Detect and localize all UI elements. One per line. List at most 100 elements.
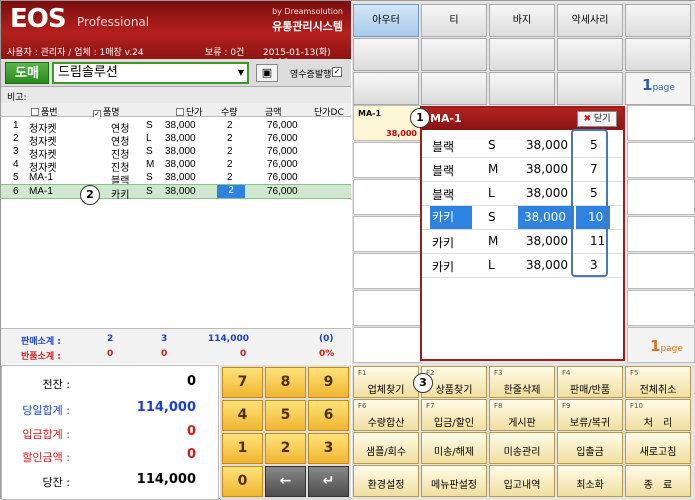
- table-row[interactable]: 1 청자켓 연청 S 38,000 2 76,000: [1, 119, 351, 135]
- fkey-deposit-discount[interactable]: F7 입금/할인: [421, 399, 487, 431]
- close-button[interactable]: ✖ 닫기: [577, 111, 617, 127]
- category-empty[interactable]: [421, 38, 487, 71]
- product-tile[interactable]: [627, 290, 695, 326]
- key-9[interactable]: 9: [308, 367, 349, 398]
- key-4[interactable]: 4: [222, 400, 263, 431]
- button-minimize[interactable]: 최소화: [557, 465, 623, 497]
- button-refresh[interactable]: 새로고침: [625, 432, 691, 464]
- callout-badge-2: 2: [80, 185, 100, 205]
- key-6[interactable]: 6: [308, 400, 349, 431]
- fkey-hold-restore[interactable]: F9 보류/복귀: [557, 399, 623, 431]
- hold-count: 보류 : 0건: [205, 48, 245, 58]
- sale-count: 3: [161, 334, 168, 344]
- key-2[interactable]: 2: [265, 433, 306, 464]
- monitor-icon[interactable]: ▣: [256, 64, 278, 82]
- return-count: 0: [161, 349, 168, 359]
- product-tile[interactable]: [353, 253, 421, 289]
- fkey-cancel-all[interactable]: F5 전체취소: [625, 366, 691, 398]
- button-cash[interactable]: 입출금: [557, 432, 623, 464]
- product-tile[interactable]: [353, 327, 421, 363]
- discount-amount: 할인금액 :0: [22, 447, 196, 464]
- table-row-selected[interactable]: 6 MA-1 카키 S 38,000 2 76,000: [1, 184, 351, 201]
- product-tile[interactable]: [627, 216, 695, 252]
- category-empty[interactable]: [489, 38, 555, 71]
- mode-button[interactable]: 도매: [5, 62, 49, 84]
- checkbox-price[interactable]: [176, 108, 184, 116]
- fkey-process[interactable]: F10 처 리: [625, 399, 691, 431]
- button-menu-settings[interactable]: 메뉴판설정: [421, 465, 487, 497]
- table-row[interactable]: 4 청자켓 진청 M 38,000 2 76,000: [1, 158, 351, 174]
- logo-subtitle: Professional: [77, 15, 150, 29]
- key-8[interactable]: 8: [265, 367, 306, 398]
- table-row[interactable]: 2 청자켓 연청 L 38,000 2 76,000: [1, 132, 351, 148]
- category-page-button[interactable]: 1page: [625, 72, 691, 105]
- fkey-sale-return[interactable]: F4 판매/반품: [557, 366, 623, 398]
- product-tile[interactable]: [353, 142, 421, 178]
- fkey-find-customer[interactable]: F1 업체찾기: [353, 366, 419, 398]
- category-empty[interactable]: [421, 72, 487, 105]
- callout-badge-1: 1: [410, 108, 430, 128]
- current-balance: 당잔 :114,000: [42, 472, 196, 489]
- product-tile[interactable]: [353, 290, 421, 326]
- memo-field[interactable]: 비고:: [1, 87, 351, 103]
- table-header: 품번 ✓ 품명 단가 수량 금액 단가DC: [1, 103, 351, 118]
- button-receiving-history[interactable]: 입고내역: [489, 465, 555, 497]
- table-row[interactable]: 3 청자켓 진청 S 38,000 2 76,000: [1, 145, 351, 161]
- category-empty[interactable]: [489, 72, 555, 105]
- category-pants[interactable]: 바지: [489, 4, 555, 37]
- button-pending-manage[interactable]: 미송관리: [489, 432, 555, 464]
- category-page-indicator: 1page: [642, 76, 675, 94]
- return-qty: 0: [107, 349, 114, 359]
- key-7[interactable]: 7: [222, 367, 263, 398]
- category-empty[interactable]: [625, 4, 691, 37]
- category-empty[interactable]: [353, 38, 419, 71]
- category-empty[interactable]: [353, 72, 419, 105]
- return-rate: 0%: [319, 349, 335, 359]
- key-1[interactable]: 1: [222, 433, 263, 464]
- product-tile[interactable]: [627, 142, 695, 178]
- sales-table: 1 청자켓 연청 S 38,000 2 76,000 2 청자켓 연청 L 38,000 2 76,00…: [1, 117, 351, 327]
- product-page-button[interactable]: 1page: [627, 327, 695, 363]
- product-tile[interactable]: [353, 179, 421, 215]
- button-sample[interactable]: 샘플/회수: [353, 432, 419, 464]
- category-outer[interactable]: 아우터: [353, 4, 419, 37]
- button-exit[interactable]: 종 료: [625, 465, 691, 497]
- category-empty[interactable]: [557, 72, 623, 105]
- button-pending[interactable]: 미송/해제: [421, 432, 487, 464]
- callout-badge-3: 3: [413, 373, 433, 393]
- product-tile[interactable]: [627, 253, 695, 289]
- category-accessory[interactable]: 악세사리: [557, 4, 623, 37]
- chevron-down-icon[interactable]: ▼: [238, 64, 244, 82]
- product-name: MA-1: [358, 109, 382, 118]
- backspace-key[interactable]: ←: [265, 466, 306, 497]
- sale-amount: 114,000: [208, 334, 249, 344]
- customer-select[interactable]: 드림솔루션 ▼: [52, 62, 249, 84]
- product-price: 38,000: [386, 129, 417, 138]
- close-icon: ✖: [583, 114, 592, 124]
- key-5[interactable]: 5: [265, 400, 306, 431]
- fkey-delete-line[interactable]: F3 한줄삭제: [489, 366, 555, 398]
- sale-subtotal-label: 판매소계 :: [21, 337, 61, 347]
- enter-key[interactable]: ↵: [308, 466, 349, 497]
- product-tile[interactable]: [627, 179, 695, 215]
- product-tile[interactable]: [627, 105, 695, 141]
- key-0[interactable]: 0: [222, 466, 263, 497]
- key-3[interactable]: 3: [308, 433, 349, 464]
- category-tshirt[interactable]: 티: [421, 4, 487, 37]
- product-tile[interactable]: [353, 216, 421, 252]
- button-settings[interactable]: 환경설정: [353, 465, 419, 497]
- checkbox-code[interactable]: [31, 108, 39, 116]
- category-empty[interactable]: [557, 38, 623, 71]
- return-subtotal-label: 반품소계 :: [21, 352, 61, 362]
- fkey-board[interactable]: F8 게시판: [489, 399, 555, 431]
- fkey-sum-qty[interactable]: F6 수량합산: [353, 399, 419, 431]
- receipt-checkbox[interactable]: ✓: [332, 67, 342, 77]
- table-row[interactable]: 5 MA-1 블랙 S 38,000 2 76,000: [1, 171, 351, 187]
- logo: EOS: [10, 4, 67, 34]
- vendor-label: by Dreamsolution: [272, 7, 343, 16]
- info-bar: 사용자 : 관리자 / 업체 : 1매장 v.24 보류 : 0건 2015-0…: [1, 41, 351, 68]
- subtotal-panel: 판매소계 : 2 3 114,000 (0) 반품소계 : 0 0 0 0%: [1, 328, 351, 364]
- memo-label: 비고:: [7, 93, 27, 103]
- deposit-total: 입금합계 :0: [22, 424, 196, 441]
- category-empty[interactable]: [625, 38, 691, 71]
